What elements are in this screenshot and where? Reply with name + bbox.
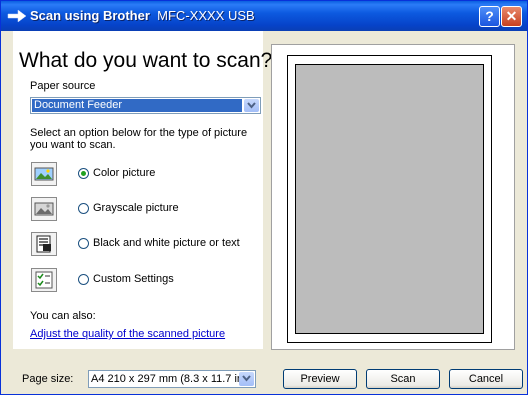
cancel-button[interactable]: Cancel (449, 369, 523, 389)
paper-source-label: Paper source (30, 80, 96, 92)
bw-picture-text-label[interactable]: Black and white picture or text (93, 237, 240, 249)
bw-picture-text-radio[interactable] (78, 238, 89, 249)
page-size-label: Page size: (22, 373, 74, 385)
grayscale-picture-icon[interactable] (31, 197, 57, 221)
preview-page (287, 55, 492, 343)
help-button[interactable]: ? (479, 6, 500, 27)
scan-window: Scan using Brother MFC-XXXX USB ? ✕ What… (0, 0, 528, 395)
title-bar[interactable]: Scan using Brother MFC-XXXX USB ? ✕ (1, 1, 527, 31)
page-size-select[interactable]: A4 210 x 297 mm (8.3 x 11.7 inch (88, 370, 256, 388)
title-app: Scan using Brother (30, 8, 150, 23)
preview-button[interactable]: Preview (283, 369, 357, 389)
color-picture-label[interactable]: Color picture (93, 167, 155, 179)
grayscale-picture-radio[interactable] (78, 203, 89, 214)
adjust-quality-link[interactable]: Adjust the quality of the scanned pictur… (30, 328, 225, 340)
you-can-also-label: You can also: (30, 310, 96, 322)
dialog-body: What do you want to scan? Paper source D… (5, 31, 523, 392)
paper-source-value: Document Feeder (32, 99, 242, 112)
scanner-arrow-icon (7, 9, 27, 23)
window-title: Scan using Brother MFC-XXXX USB (30, 8, 255, 23)
chevron-down-icon[interactable] (244, 99, 259, 112)
color-picture-radio[interactable] (78, 168, 89, 179)
color-picture-icon[interactable] (31, 162, 57, 186)
custom-settings-radio[interactable] (78, 274, 89, 285)
custom-settings-icon[interactable] (31, 268, 57, 292)
options-pane: What do you want to scan? Paper source D… (13, 31, 272, 349)
title-model: MFC-XXXX USB (157, 8, 255, 23)
page-size-value: A4 210 x 297 mm (8.3 x 11.7 inch (91, 373, 255, 385)
scan-button[interactable]: Scan (366, 369, 440, 389)
preview-panel (271, 44, 515, 350)
chevron-down-icon[interactable] (239, 372, 254, 386)
custom-settings-label[interactable]: Custom Settings (93, 273, 174, 285)
bw-picture-text-icon[interactable] (31, 232, 57, 256)
preview-scan-area[interactable] (295, 64, 484, 334)
paper-source-select[interactable]: Document Feeder (30, 97, 261, 114)
grayscale-picture-label[interactable]: Grayscale picture (93, 202, 179, 214)
scan-type-description: Select an option below for the type of p… (30, 127, 248, 151)
close-button[interactable]: ✕ (501, 6, 522, 27)
page-title: What do you want to scan? (19, 49, 273, 72)
